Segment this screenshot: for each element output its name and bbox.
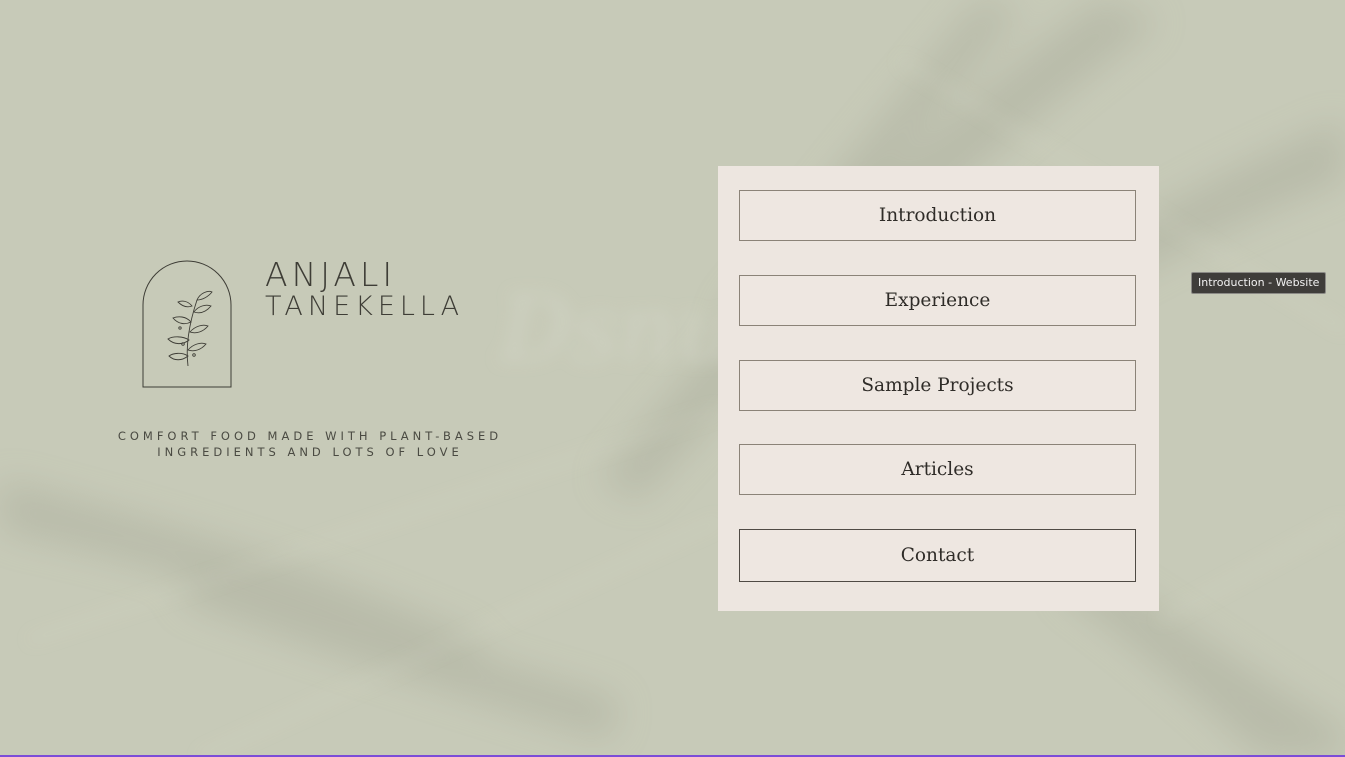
brand-name: ANJALI TANEKELLA [265,258,464,322]
nav-button-sample-projects[interactable]: Sample Projects [739,360,1136,411]
leaf-branch-arch-icon [142,260,232,388]
nav-button-introduction[interactable]: Introduction [739,190,1136,241]
navigation-panel: Introduction Experience Sample Projects … [718,166,1159,611]
svg-text:Dsnu: Dsnu [498,277,734,382]
brand-last-name: TANEKELLA [265,291,465,322]
nav-button-articles[interactable]: Articles [739,444,1136,495]
tooltip: Introduction - Website [1191,272,1327,294]
brand-logo[interactable]: ANJALI TANEKELLA [142,258,482,390]
tagline-line-1: COMFORT FOOD MADE WITH PLANT-BASED [117,429,503,443]
tagline-line-2: INGREDIENTS AND LOTS OF LOVE [157,445,463,459]
nav-button-experience[interactable]: Experience [739,275,1136,326]
brand-tagline: COMFORT FOOD MADE WITH PLANT-BASED INGRE… [60,428,560,460]
nav-button-contact[interactable]: Contact [739,529,1136,582]
brand-first-name: ANJALI [265,255,397,294]
